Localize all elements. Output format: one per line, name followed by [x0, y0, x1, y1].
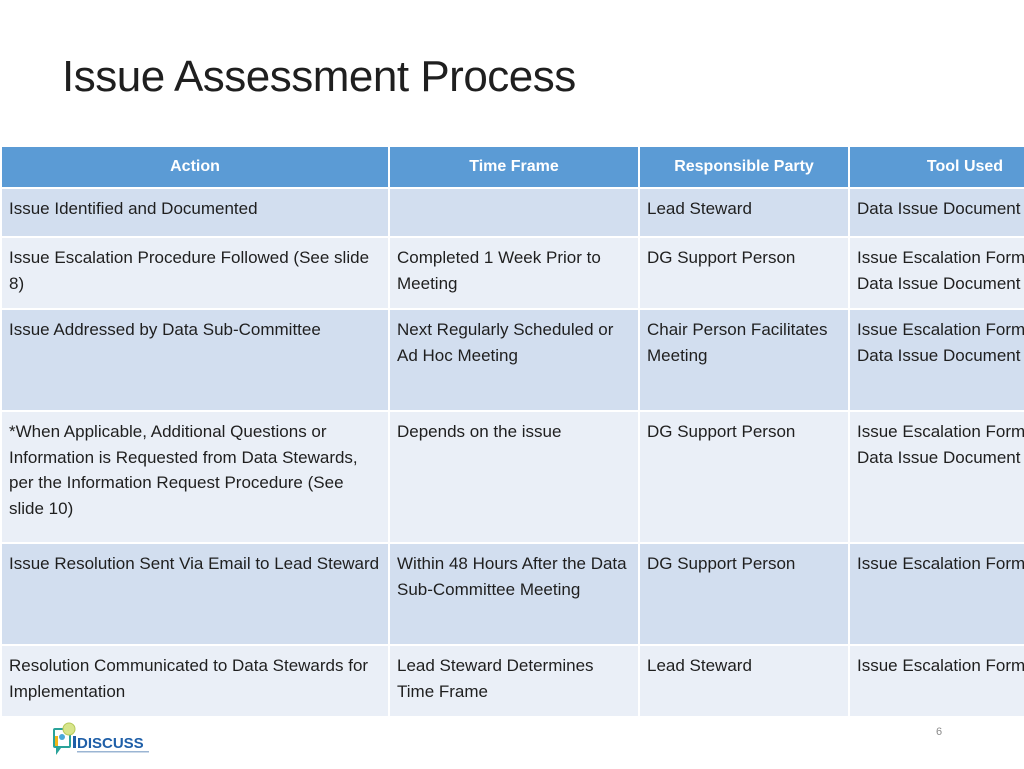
table-row: Issue Identified and Documented Lead Ste… [0, 187, 1024, 238]
cell-responsible-party: DG Support Person [638, 236, 850, 310]
cell-responsible-party: Chair Person Facilitates Meeting [638, 308, 850, 412]
header-time-frame: Time Frame [388, 145, 640, 189]
table-row: *When Applicable, Additional Questions o… [0, 410, 1024, 544]
header-responsible-party: Responsible Party [638, 145, 850, 189]
svg-text:DISCUSS: DISCUSS [77, 735, 144, 752]
cell-time-frame: Lead Steward Determines Time Frame [388, 644, 640, 718]
cell-action: Issue Addressed by Data Sub-Committee [0, 308, 390, 412]
cell-time-frame: Next Regularly Scheduled or Ad Hoc Meeti… [388, 308, 640, 412]
header-action: Action [0, 145, 390, 189]
table-header-row: Action Time Frame Responsible Party Tool… [0, 145, 1024, 189]
page-number: 6 [936, 726, 943, 738]
cell-responsible-party: Lead Steward [638, 187, 850, 238]
table-row: Resolution Communicated to Data Stewards… [0, 644, 1024, 718]
table-row: Issue Addressed by Data Sub-Committee Ne… [0, 308, 1024, 412]
table-row: Issue Escalation Procedure Followed (See… [0, 236, 1024, 310]
cell-action: Issue Identified and Documented [0, 187, 390, 238]
cell-responsible-party: DG Support Person [638, 410, 850, 544]
cell-tool-used: Data Issue Document [848, 187, 1024, 238]
cell-tool-used: Issue Escalation Form and Data Issue Doc… [848, 410, 1024, 544]
cell-action: *When Applicable, Additional Questions o… [0, 410, 390, 544]
process-table: Action Time Frame Responsible Party Tool… [0, 145, 1024, 718]
slide-title: Issue Assessment Process [62, 52, 576, 101]
cell-time-frame: Completed 1 Week Prior to Meeting [388, 236, 640, 310]
cell-tool-used: Issue Escalation Form & Data Issue Docum… [848, 308, 1024, 412]
cell-tool-used: Issue Escalation Form & Data Issue Docum… [848, 236, 1024, 310]
cell-action: Issue Resolution Sent Via Email to Lead … [0, 542, 390, 646]
cell-time-frame: Depends on the issue [388, 410, 640, 544]
header-tool-used: Tool Used [848, 145, 1024, 189]
cell-responsible-party: Lead Steward [638, 644, 850, 718]
cell-time-frame: Within 48 Hours After the Data Sub-Commi… [388, 542, 640, 646]
discuss-logo: DISCUSS [52, 722, 152, 764]
cell-action: Issue Escalation Procedure Followed (See… [0, 236, 390, 310]
cell-time-frame [388, 187, 640, 238]
cell-tool-used: Issue Escalation Form [848, 542, 1024, 646]
cell-tool-used: Issue Escalation Form [848, 644, 1024, 718]
discuss-logo-icon: DISCUSS [53, 722, 149, 755]
cell-responsible-party: DG Support Person [638, 542, 850, 646]
cell-action: Resolution Communicated to Data Stewards… [0, 644, 390, 718]
table-row: Issue Resolution Sent Via Email to Lead … [0, 542, 1024, 646]
